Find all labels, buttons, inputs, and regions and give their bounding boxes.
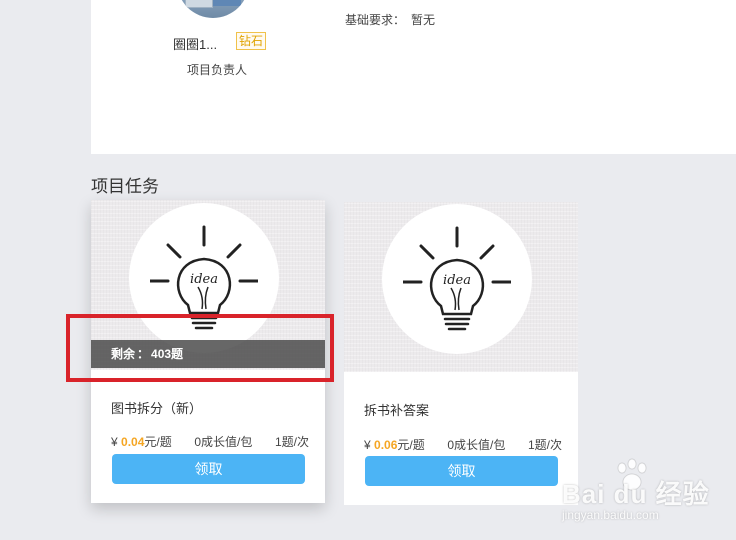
- task-card[interactable]: idea 拆书补答案 ¥ 0.06元/题 0成长值/包 1题/次 领取: [344, 202, 578, 505]
- task-title[interactable]: 拆书补答案: [364, 400, 429, 419]
- owner-role: 项目负责人: [187, 63, 248, 77]
- owner-name[interactable]: 圈圈1...: [173, 34, 217, 53]
- watermark-url: jingyan.baidu.com: [562, 508, 659, 522]
- task-growth: 0成长值/包: [194, 435, 253, 449]
- requirement-value: 暂无: [411, 13, 436, 27]
- idea-lightbulb-icon: idea: [403, 226, 511, 331]
- task-frequency: 1题/次: [274, 435, 309, 449]
- task-title[interactable]: 图书拆分（新）: [111, 398, 202, 417]
- thumbnail-circle: idea: [382, 204, 532, 354]
- currency-symbol: ¥: [111, 435, 118, 449]
- project-info-panel: 圈圈1... 钻石 项目负责人 基础要求： 暂无: [91, 0, 736, 154]
- requirement-label: 基础要求：: [345, 13, 406, 27]
- currency-symbol: ¥: [364, 438, 371, 452]
- highlight-annotation-box: [66, 314, 334, 382]
- baidu-jingyan-watermark: Bai du 经验 jingyan.baidu.com: [560, 458, 730, 528]
- task-meta: ¥ 0.06元/题 0成长值/包 1题/次: [364, 436, 562, 453]
- section-title: 项目任务: [91, 177, 159, 196]
- claim-button[interactable]: 领取: [365, 456, 558, 486]
- svg-text:idea: idea: [443, 273, 471, 288]
- watermark-text: Bai du 经验: [562, 479, 710, 509]
- task-thumbnail[interactable]: idea: [344, 202, 578, 372]
- task-frequency: 1题/次: [527, 438, 562, 452]
- task-price: ¥ 0.06元/题: [364, 436, 425, 453]
- price-value: 0.06: [374, 438, 398, 452]
- level-badge: 钻石: [236, 32, 267, 50]
- task-meta: ¥ 0.04元/题 0成长值/包 1题/次: [111, 433, 309, 450]
- price-unit: 元/题: [144, 435, 172, 449]
- task-growth: 0成长值/包: [447, 438, 506, 452]
- basic-requirement: 基础要求： 暂无: [345, 11, 435, 28]
- svg-text:idea: idea: [190, 272, 218, 287]
- claim-button[interactable]: 领取: [112, 454, 305, 484]
- price-unit: 元/题: [397, 438, 425, 452]
- avatar[interactable]: [177, 0, 249, 18]
- price-value: 0.04: [121, 435, 145, 449]
- task-price: ¥ 0.04元/题: [111, 433, 172, 450]
